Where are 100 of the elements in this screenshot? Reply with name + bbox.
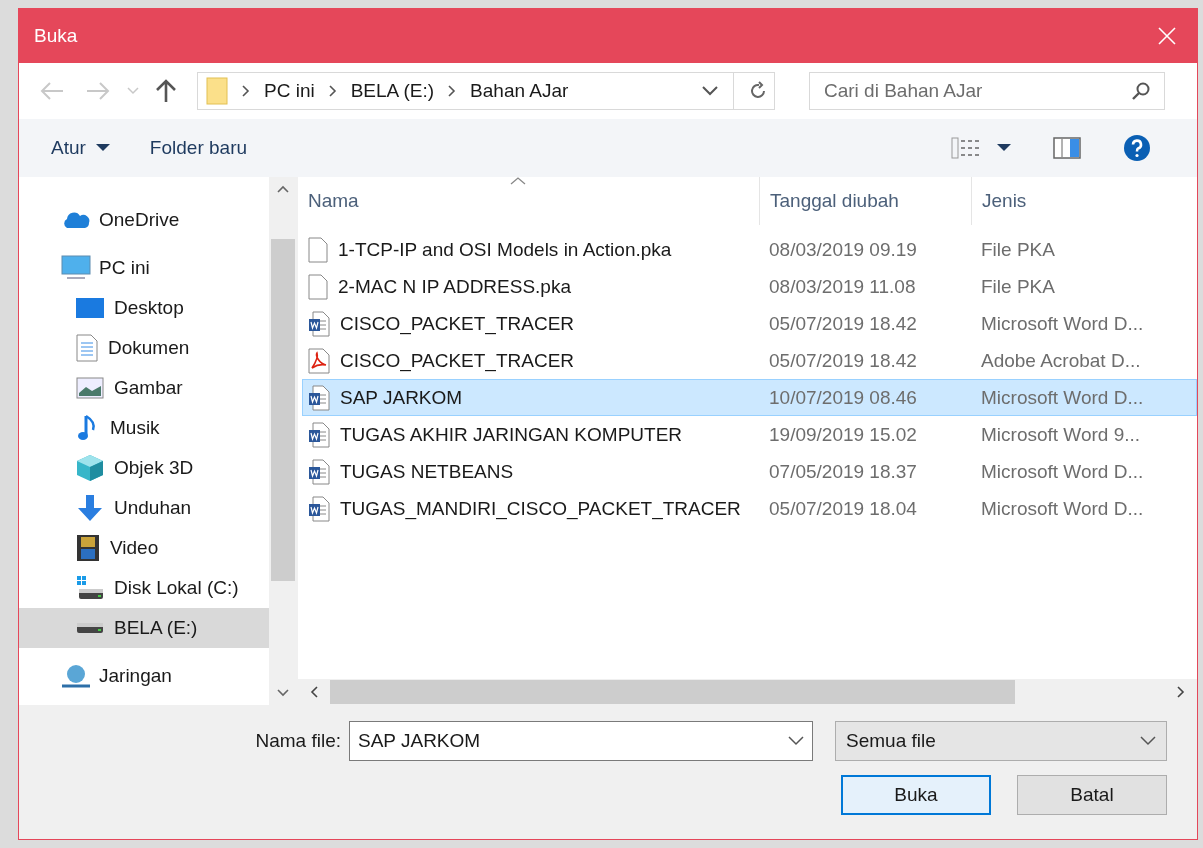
type-cell-text: Microsoft Word D... xyxy=(980,386,1145,409)
breadcrumb-item[interactable]: BELA (E:) xyxy=(350,80,435,102)
word-document-icon xyxy=(308,421,330,448)
file-row[interactable]: TUGAS NETBEANS 07/05/2019 18.37 Microsoft Word D... xyxy=(302,453,1197,490)
file-name: CISCO_PACKET_TRACER xyxy=(340,312,575,335)
date-cell-text: 07/05/2019 18.37 xyxy=(768,460,918,483)
file-row[interactable]: TUGAS_MANDIRI_CISCO_PACKET_TRACER 05/07/2019 18.04 Microsoft Word D... xyxy=(302,490,1197,527)
type-cell-text: Microsoft Word D... xyxy=(980,460,1145,483)
file-row[interactable]: CISCO_PACKET_TRACER 05/07/2019 18.42 Adobe Acrobat D... xyxy=(302,342,1197,379)
date-cell-text: 08/03/2019 11.08 xyxy=(768,275,917,298)
refresh-icon[interactable] xyxy=(748,81,768,101)
network-icon xyxy=(61,664,91,688)
sort-caret-icon xyxy=(510,177,526,185)
scroll-left-icon[interactable] xyxy=(310,686,318,698)
file-type-dropdown[interactable]: Semua file xyxy=(835,721,1167,761)
file-row[interactable]: CISCO_PACKET_TRACER 05/07/2019 18.42 Microsoft Word D... xyxy=(302,305,1197,342)
file-name: TUGAS AKHIR JARINGAN KOMPUTER xyxy=(340,423,683,446)
word-document-icon xyxy=(308,384,330,411)
column-header[interactable]: Tanggal diubah xyxy=(760,177,972,225)
film-icon xyxy=(76,534,100,562)
column-header[interactable]: Nama xyxy=(298,177,760,225)
open-button[interactable]: Buka xyxy=(841,775,991,815)
scrollbar-thumb[interactable] xyxy=(271,239,295,581)
type-cell-text: Adobe Acrobat D... xyxy=(980,349,1142,372)
sidebar-item[interactable]: Unduhan xyxy=(19,488,269,528)
window-title: Buka xyxy=(34,25,79,47)
breadcrumb-item[interactable]: PC ini xyxy=(264,80,315,102)
document-icon xyxy=(76,334,98,362)
caret-icon[interactable] xyxy=(997,144,1011,152)
filename-field[interactable]: SAP JARKOM xyxy=(349,721,813,761)
file-name: 2-MAC N IP ADDRESS.pka xyxy=(338,275,571,298)
column-header[interactable]: Jenis xyxy=(972,177,1197,225)
sidebar-item[interactable]: Objek 3D xyxy=(19,448,269,488)
breadcrumb-item[interactable]: Bahan AJar xyxy=(470,80,569,102)
sidebar-item[interactable]: Gambar xyxy=(19,368,269,408)
search-field[interactable]: Cari di Bahan AJar xyxy=(809,72,1165,110)
organize-menu-button[interactable]: Atur xyxy=(39,131,122,165)
type-cell-text: Microsoft Word D... xyxy=(980,497,1145,520)
file-row[interactable]: TUGAS AKHIR JARINGAN KOMPUTER 19/09/2019 15.02 Microsoft Word 9... xyxy=(302,416,1197,453)
drive-icon xyxy=(76,575,104,601)
date-cell-text: 08/03/2019 09.19 xyxy=(768,238,918,261)
sidebar-item[interactable]: Desktop xyxy=(19,288,269,328)
filename-label: Nama file: xyxy=(255,730,341,752)
computer-icon xyxy=(61,255,91,281)
file-name: CISCO_PACKET_TRACER xyxy=(340,349,575,372)
cube-icon xyxy=(76,454,104,482)
chevron-down-icon[interactable] xyxy=(701,85,719,97)
sidebar-item[interactable]: BELA (E:) xyxy=(19,608,269,648)
picture-icon xyxy=(76,377,104,399)
chevron-right-icon xyxy=(328,85,337,97)
drive-icon xyxy=(76,621,104,635)
help-icon[interactable] xyxy=(1123,134,1151,162)
scrollbar-thumb[interactable] xyxy=(330,680,1015,704)
sidebar-item[interactable]: Dokumen xyxy=(19,328,269,368)
sidebar-item[interactable]: Video xyxy=(19,528,269,568)
chevron-down-icon xyxy=(1140,736,1156,746)
folder-icon xyxy=(206,77,228,105)
type-cell-text: Microsoft Word 9... xyxy=(980,423,1142,446)
sidebar-item[interactable]: Disk Lokal (C:) xyxy=(19,568,269,608)
new-folder-button[interactable]: Folder baru xyxy=(137,131,260,165)
file-name: SAP JARKOM xyxy=(340,386,463,409)
chevron-right-icon xyxy=(448,85,457,97)
type-cell-text: File PKA xyxy=(980,275,1056,298)
file-name: TUGAS_MANDIRI_CISCO_PACKET_TRACER xyxy=(340,497,741,520)
scroll-right-icon[interactable] xyxy=(1177,686,1185,698)
scroll-up-icon[interactable] xyxy=(277,185,289,193)
type-cell-text: Microsoft Word D... xyxy=(980,312,1145,335)
word-document-icon xyxy=(308,310,330,337)
type-cell-text: File PKA xyxy=(980,238,1056,261)
sidebar-item[interactable]: PC ini xyxy=(19,248,269,288)
caret-icon xyxy=(95,144,110,152)
view-list-icon[interactable] xyxy=(951,137,981,159)
scroll-down-icon[interactable] xyxy=(277,689,289,697)
word-document-icon xyxy=(308,495,330,522)
file-icon xyxy=(308,273,328,300)
sidebar-item[interactable]: OneDrive xyxy=(19,200,269,240)
date-cell-text: 10/07/2019 08.46 xyxy=(768,386,918,409)
cancel-button[interactable]: Batal xyxy=(1017,775,1167,815)
file-icon xyxy=(308,236,328,263)
chevron-right-icon xyxy=(242,85,250,97)
file-name: TUGAS NETBEANS xyxy=(340,460,514,483)
chevron-down-icon xyxy=(788,736,804,746)
close-icon xyxy=(1157,26,1177,46)
date-cell-text: 05/07/2019 18.04 xyxy=(768,497,918,520)
preview-pane-icon[interactable] xyxy=(1053,137,1081,159)
address-bar[interactable]: PC ini BELA (E:) Bahan AJar xyxy=(197,72,775,110)
file-name: 1-TCP-IP and OSI Models in Action.pka xyxy=(338,238,672,261)
file-row[interactable]: 1-TCP-IP and OSI Models in Action.pka 08/03/2019 09.19 File PKA xyxy=(302,231,1197,268)
desktop-icon xyxy=(76,297,104,319)
up-arrow-icon[interactable] xyxy=(155,79,177,103)
download-arrow-icon xyxy=(76,494,104,522)
cloud-icon xyxy=(61,210,91,230)
sidebar-item[interactable]: Jaringan xyxy=(19,656,269,696)
file-row[interactable]: SAP JARKOM 10/07/2019 08.46 Microsoft Word D... xyxy=(302,379,1197,416)
date-cell-text: 05/07/2019 18.42 xyxy=(768,349,918,372)
sidebar-item[interactable]: Musik xyxy=(19,408,269,448)
date-cell-text: 05/07/2019 18.42 xyxy=(768,312,918,335)
file-row[interactable]: 2-MAC N IP ADDRESS.pka 08/03/2019 11.08 File PKA xyxy=(302,268,1197,305)
date-cell-text: 19/09/2019 15.02 xyxy=(768,423,918,446)
search-icon xyxy=(1131,81,1151,101)
